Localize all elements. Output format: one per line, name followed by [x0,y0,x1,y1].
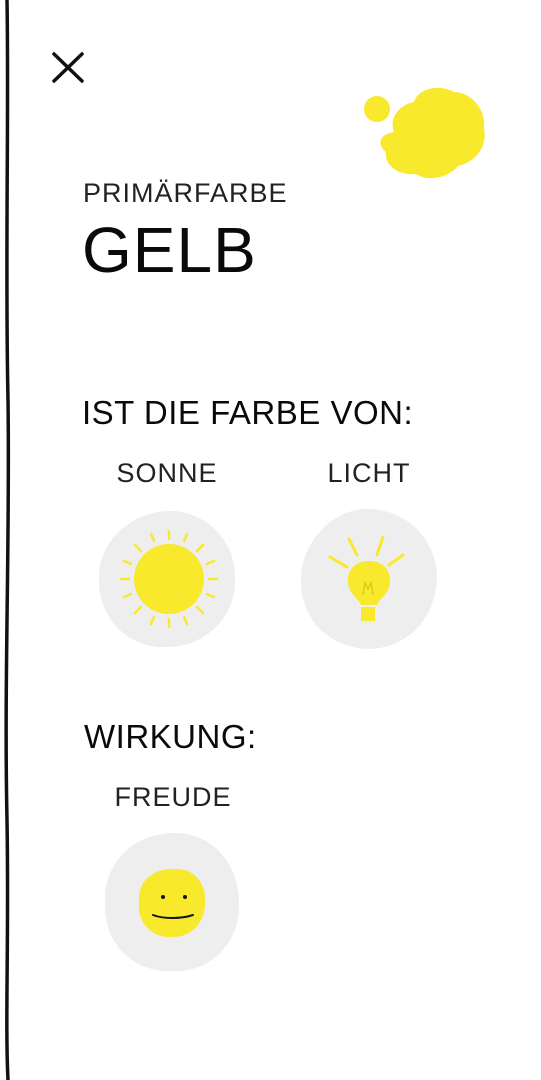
category-label: PRIMÄRFARBE [83,178,288,208]
card-sonne: SONNE [67,458,267,656]
sun-icon [98,510,236,648]
close-button[interactable] [48,48,88,88]
licht-button[interactable] [297,507,441,651]
card-label-licht: LICHT [327,458,411,488]
left-border-line [4,0,11,1080]
section-heading-effect: WIRKUNG: [84,718,257,755]
lightbulb-icon [300,508,437,649]
color-swatch-blob [364,87,485,179]
card-label-freude: FREUDE [114,782,232,812]
smiley-icon [104,832,240,972]
page-title: GELB [82,214,257,286]
freude-button[interactable] [101,831,245,975]
section-heading-color-of: IST DIE FARBE VON: [82,394,414,431]
card-label-sonne: SONNE [116,458,218,488]
card-freude: FREUDE [73,782,273,980]
sonne-button[interactable] [95,507,239,651]
card-licht: LICHT [269,458,469,656]
close-icon [52,52,84,83]
